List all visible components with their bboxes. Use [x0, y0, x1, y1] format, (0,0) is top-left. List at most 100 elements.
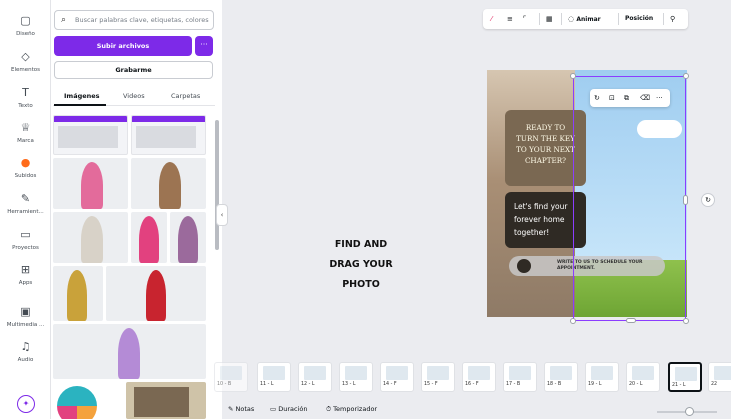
magic-assistant-button[interactable]: ✦ [17, 395, 35, 413]
rail-label: Proyectos [12, 245, 39, 251]
more-icon[interactable]: ··· [656, 89, 663, 107]
upload-thumbnail[interactable] [131, 158, 206, 209]
rail-item-text[interactable]: T Texto [0, 86, 51, 120]
bottom-bar: ✎ Notas ▭ Duración ⏱ Temporizador [222, 400, 731, 419]
upload-thumbnail[interactable] [53, 158, 128, 209]
page-label: 17 - B [506, 382, 521, 387]
rail-label: Texto [18, 103, 33, 109]
page-label: 11 - L [260, 382, 274, 387]
rail-label: Multimedia ... [6, 322, 45, 328]
timer-button[interactable]: ⏱ Temporizador [326, 405, 377, 414]
rail-item-apps[interactable]: ⊞ Apps [0, 263, 51, 297]
upload-thumbnail[interactable] [126, 382, 206, 419]
animate-label: Animar [576, 16, 601, 23]
search-icon: ⌕ [61, 15, 67, 25]
notes-label: Notas [235, 405, 255, 413]
rotate-handle[interactable]: ↻ [701, 193, 715, 207]
tab-folders[interactable]: Carpetas [171, 92, 200, 100]
tab-videos[interactable]: Videos [123, 92, 145, 100]
upload-thumbnail[interactable] [53, 266, 103, 321]
resize-handle[interactable] [570, 73, 576, 79]
upload-thumbnail[interactable] [106, 266, 206, 321]
page-thumbnail[interactable]: 14 - F [380, 362, 414, 392]
upload-files-button[interactable]: Subir archivos [54, 36, 192, 56]
page-thumbnail[interactable]: 19 - L [585, 362, 619, 392]
rotate-icon[interactable]: ↻ [594, 89, 600, 107]
page-thumbnail[interactable]: 20 - L [626, 362, 660, 392]
duplicate-icon[interactable]: ⧉ [624, 89, 629, 107]
rail-item-tools[interactable]: ✎ Herramient... [0, 192, 51, 226]
trash-icon[interactable]: ⌫ [640, 89, 650, 107]
upload-thumbnail[interactable] [53, 212, 128, 263]
panel-scrollbar[interactable] [215, 120, 219, 250]
rail-item-media[interactable]: ▣ Multimedia ... [0, 305, 51, 339]
zoom-slider-handle[interactable] [685, 407, 694, 416]
page-label: 12 - L [301, 382, 315, 387]
line-weight-icon[interactable]: ≡ [507, 9, 513, 29]
page-thumbnail[interactable]: 18 - B [544, 362, 578, 392]
upload-more-button[interactable]: ··· [195, 36, 213, 56]
paint-format-icon[interactable]: ⚲ [670, 9, 675, 29]
page-label: 16 - F [465, 382, 479, 387]
page-thumbnail[interactable]: 12 - L [298, 362, 332, 392]
transparency-icon[interactable]: ▦ [546, 9, 553, 29]
duration-button[interactable]: ▭ Duración [270, 405, 307, 413]
color-icon[interactable]: ⁄ [491, 9, 492, 29]
page-thumbnail[interactable]: 17 - B [503, 362, 537, 392]
resize-handle[interactable] [683, 195, 688, 205]
page-label: 19 - L [588, 382, 602, 387]
selection-box [573, 76, 686, 321]
instruction-line: DRAG YOUR [329, 259, 393, 270]
rail-item-projects[interactable]: ▭ Proyectos [0, 228, 51, 262]
separator [618, 13, 619, 25]
page-thumbnail[interactable]: 22 [708, 362, 731, 392]
page-thumbnail[interactable]: 15 - F [421, 362, 455, 392]
collapse-panel-button[interactable]: ‹ [216, 204, 228, 226]
upload-thumbnail[interactable] [53, 115, 128, 155]
sparkle-icon: ✦ [22, 399, 30, 408]
notes-button[interactable]: ✎ Notas [228, 405, 254, 413]
active-tab-indicator [54, 104, 106, 106]
record-yourself-button[interactable]: Grabarme [54, 61, 213, 79]
position-button[interactable]: Posición [625, 9, 653, 29]
rail-item-audio[interactable]: ♫ Audio [0, 340, 51, 374]
resize-handle[interactable] [570, 318, 576, 324]
page-thumbnail[interactable]: 13 - L [339, 362, 373, 392]
page-thumbnail-active[interactable]: 21 - L [668, 362, 702, 392]
instruction-line: FIND AND [334, 239, 388, 250]
folder-icon: ▭ [20, 228, 31, 241]
upload-thumbnail[interactable] [131, 115, 206, 155]
upload-thumbnail[interactable] [170, 212, 206, 263]
rotate-icon: ↻ [705, 196, 711, 204]
canvas-instruction: FIND AND DRAG YOUR PHOTO [300, 235, 422, 295]
instruction-line: PHOTO [342, 279, 380, 290]
upload-thumbnail[interactable] [53, 324, 206, 379]
page-strip: 10 - B 11 - L 12 - L 13 - L 14 - F 15 - … [214, 355, 731, 397]
page-thumbnail[interactable]: 10 - B [214, 362, 248, 392]
corner-rounding-icon[interactable]: ⌜ [523, 9, 526, 29]
page-label: 20 - L [629, 382, 643, 387]
resize-handle[interactable] [683, 318, 689, 324]
resize-handle[interactable] [626, 318, 636, 323]
animate-button[interactable]: ◌ Animar [568, 9, 601, 29]
resize-handle[interactable] [683, 73, 689, 79]
rail-item-design[interactable]: ▢ Diseño [0, 14, 51, 48]
tab-images[interactable]: Imágenes [64, 92, 100, 100]
search-input[interactable]: ⌕ Buscar palabras clave, etiquetas, colo… [54, 10, 214, 30]
page-label: 10 - B [217, 382, 232, 387]
lock-icon[interactable]: ⊡ [609, 89, 615, 107]
rail-label: Audio [17, 357, 34, 363]
page-thumbnail[interactable]: 16 - F [462, 362, 496, 392]
separator [539, 13, 540, 25]
duration-icon: ▭ [270, 405, 279, 413]
timer-label: Temporizador [333, 405, 378, 413]
rail-item-uploads[interactable]: ● Subidos [0, 156, 51, 190]
page-label: 18 - B [547, 382, 562, 387]
upload-thumbnail[interactable] [53, 382, 123, 419]
text-icon: T [22, 86, 29, 99]
rail-item-elements[interactable]: ◇ Elementos [0, 50, 51, 84]
page-thumbnail[interactable]: 11 - L [257, 362, 291, 392]
page-label: 14 - F [383, 382, 397, 387]
upload-thumbnail[interactable] [131, 212, 167, 263]
rail-item-brand[interactable]: ♕ Marca [0, 121, 51, 155]
